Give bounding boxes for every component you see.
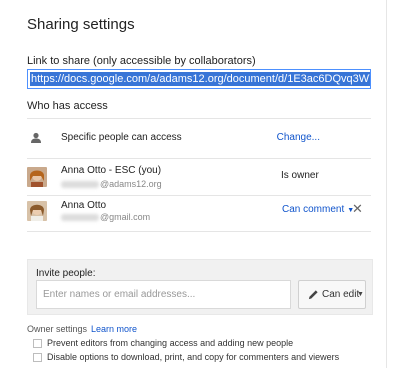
person-icon (31, 132, 41, 143)
learn-more-link[interactable]: Learn more (91, 324, 137, 334)
change-access-link[interactable]: Change... (277, 132, 320, 143)
invite-permission-label: Can edit (322, 289, 360, 300)
chevron-down-icon: ▼ (357, 291, 364, 298)
invite-panel: Invite people: Enter names or email addr… (27, 259, 373, 315)
share-link-field[interactable]: https://docs.google.com/a/adams12.org/do… (27, 69, 371, 89)
permission-label: Can comment (282, 204, 345, 215)
collaborator-row: Anna Otto - ESC (you) @adams12.org Is ow… (27, 158, 371, 195)
pencil-icon (308, 290, 318, 300)
option-label: Disable options to download, print, and … (47, 352, 340, 362)
collaborator-email: @gmail.com (61, 212, 150, 222)
option-label: Prevent editors from changing access and… (47, 338, 294, 348)
checkbox[interactable] (33, 353, 42, 362)
owner-role-label: Is owner (281, 170, 319, 181)
collaborator-name: Anna Otto - ESC (you) (61, 165, 162, 176)
avatar (27, 201, 47, 221)
collaborator-name: Anna Otto (61, 200, 107, 211)
invite-input[interactable]: Enter names or email addresses... (36, 280, 291, 309)
general-access-row: Specific people can access Change... (27, 118, 371, 158)
share-link-url[interactable]: https://docs.google.com/a/adams12.org/do… (30, 72, 370, 86)
permission-dropdown[interactable]: Can comment ▼ (282, 204, 354, 215)
divider (27, 231, 371, 232)
dialog-title: Sharing settings (27, 16, 135, 33)
general-access-text: Specific people can access (61, 132, 182, 143)
owner-settings-label: Owner settings (27, 324, 88, 334)
link-label: Link to share (only accessible by collab… (27, 55, 256, 67)
avatar (27, 167, 47, 187)
close-icon[interactable]: ✕ (352, 201, 363, 217)
who-has-access-label: Who has access (27, 100, 108, 112)
invite-label: Invite people: (36, 268, 96, 279)
dialog-edge (386, 0, 387, 368)
collaborator-email: @adams12.org (61, 179, 162, 189)
checkbox[interactable] (33, 339, 42, 348)
collaborator-row: Anna Otto @gmail.com Can comment ▼ ✕ (27, 195, 371, 231)
invite-permission-button[interactable]: Can edit ▼ (298, 280, 366, 309)
owner-settings: Owner settings Learn more (27, 324, 137, 334)
sharing-settings-dialog: Sharing settings Link to share (only acc… (0, 0, 400, 368)
